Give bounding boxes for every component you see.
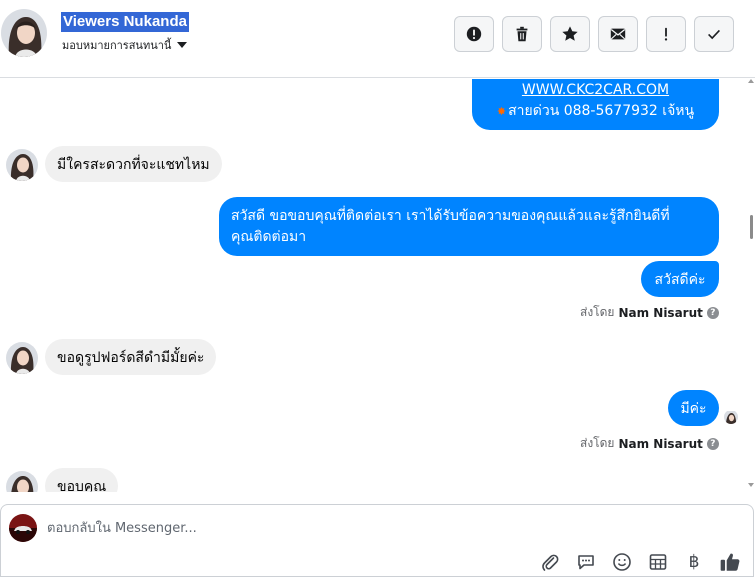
like-button[interactable] xyxy=(719,551,741,573)
reply-composer: ฿ xyxy=(0,504,754,577)
sent-by-prefix: ส่งโดย xyxy=(580,305,615,319)
exclamation-icon xyxy=(664,27,668,41)
exclamation-circle-icon xyxy=(466,26,482,42)
greeting-line-1: สวัสดี ขอขอบคุณที่ติดต่อเรา เราได้รับข้อ… xyxy=(231,208,670,224)
help-icon[interactable]: ? xyxy=(706,437,719,450)
contact-avatar-small xyxy=(6,471,38,492)
delete-button[interactable] xyxy=(502,16,542,52)
table-icon xyxy=(649,554,667,570)
sent-by-label: ส่งโดย Nam Nisarut ? xyxy=(580,434,719,453)
scroll-thumb[interactable] xyxy=(750,215,753,239)
attach-button[interactable] xyxy=(539,551,561,573)
hotline-text: สายด่วน 088-5677932 เจ้หนู xyxy=(508,103,695,119)
saved-replies-button[interactable] xyxy=(575,551,597,573)
emoji-icon xyxy=(613,553,631,571)
star-button[interactable] xyxy=(550,16,590,52)
burst-icon: ✸ xyxy=(496,105,507,118)
message-incoming: ขอดูรูปฟอร์ดสีดำมีมั้ยค่ะ xyxy=(45,339,217,375)
contact-name[interactable]: Viewers Nukanda xyxy=(61,12,189,32)
contact-avatar-small xyxy=(6,149,38,181)
star-icon xyxy=(562,26,578,41)
spam-button[interactable] xyxy=(454,16,494,52)
paperclip-icon xyxy=(542,554,559,571)
assign-label: มอบหมายการสนทนานี้ xyxy=(62,39,172,52)
form-button[interactable] xyxy=(647,551,669,573)
message-incoming: ขอบคุณ xyxy=(45,468,119,492)
hotline-line: ✸ สายด่วน 088-5677932 เจ้หนู xyxy=(484,101,707,122)
page-avatar xyxy=(9,514,37,542)
chat-bubble-icon xyxy=(578,555,594,570)
thumbs-up-icon xyxy=(720,553,740,571)
emoji-button[interactable] xyxy=(611,551,633,573)
seen-avatar xyxy=(724,410,738,424)
mark-unread-button[interactable] xyxy=(598,16,638,52)
header-actions xyxy=(454,16,734,52)
website-link[interactable]: WWW.CKC2CAR.COM xyxy=(484,80,707,101)
scroll-up-arrow-icon[interactable] xyxy=(748,79,754,83)
scroll-down-arrow-icon[interactable] xyxy=(748,483,754,487)
message-outgoing: มีค่ะ xyxy=(668,390,719,426)
assign-conversation-dropdown[interactable]: มอบหมายการสนทนานี้ xyxy=(62,36,188,54)
sender-name[interactable]: Nam Nisarut xyxy=(618,437,702,451)
sent-by-label: ส่งโดย Nam Nisarut ? xyxy=(580,303,719,322)
messenger-inbox: Viewers Nukanda มอบหมายการสนทนานี้ WWW.C… xyxy=(0,0,755,577)
message-outgoing-promo: WWW.CKC2CAR.COM ✸ สายด่วน 088-5677932 เจ้… xyxy=(472,79,719,130)
help-icon[interactable]: ? xyxy=(706,306,719,319)
baht-icon: ฿ xyxy=(688,552,700,572)
reply-input[interactable] xyxy=(47,517,647,539)
contact-avatar[interactable] xyxy=(1,9,47,57)
sent-by-prefix: ส่งโดย xyxy=(580,436,615,450)
caret-down-icon xyxy=(177,42,188,48)
message-outgoing: สวัสดีค่ะ xyxy=(641,261,719,297)
mark-done-button[interactable] xyxy=(694,16,734,52)
check-icon xyxy=(708,29,720,40)
message-thread[interactable]: WWW.CKC2CAR.COM ✸ สายด่วน 088-5677932 เจ้… xyxy=(0,79,749,492)
composer-tools: ฿ xyxy=(539,551,741,573)
conversation-header: Viewers Nukanda มอบหมายการสนทนานี้ xyxy=(0,0,755,78)
envelope-icon xyxy=(610,28,626,40)
payment-button[interactable]: ฿ xyxy=(683,551,705,573)
trash-icon xyxy=(516,26,528,42)
message-incoming: มีใครสะดวกที่จะแชทไหม xyxy=(45,146,222,182)
thread-scrollbar[interactable] xyxy=(748,79,755,492)
greeting-line-2: คุณติดต่อมา xyxy=(231,229,307,245)
sender-name[interactable]: Nam Nisarut xyxy=(618,306,702,320)
message-outgoing-greeting: สวัสดี ขอขอบคุณที่ติดต่อเรา เราได้รับข้อ… xyxy=(219,197,719,256)
contact-avatar-small xyxy=(6,342,38,374)
follow-up-button[interactable] xyxy=(646,16,686,52)
